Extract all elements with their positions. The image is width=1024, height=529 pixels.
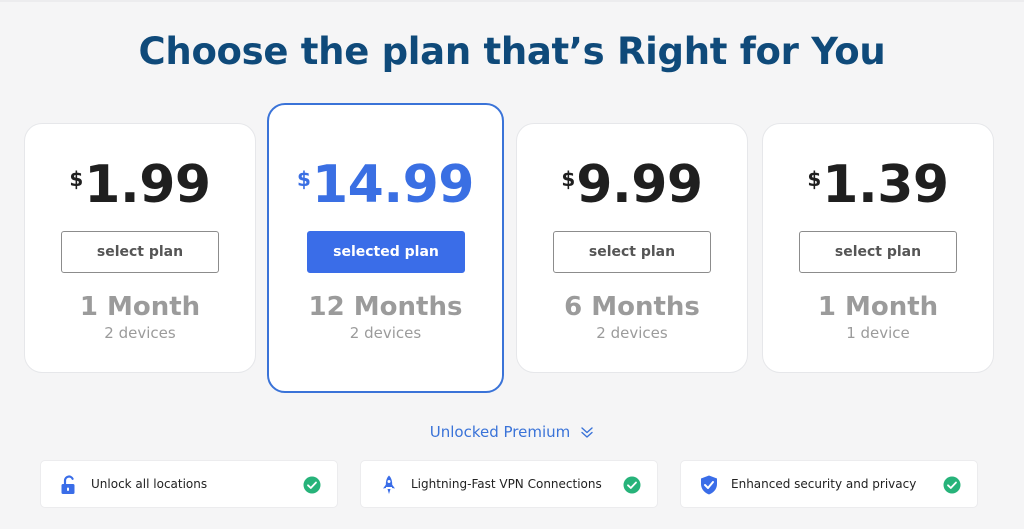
feature-fast-vpn: Lightning-Fast VPN Connections <box>360 460 658 508</box>
top-divider <box>0 0 1024 2</box>
currency-symbol: $ <box>69 167 84 191</box>
feature-security-privacy: Enhanced security and privacy <box>680 460 978 508</box>
selected-plan-button[interactable]: selected plan <box>307 231 465 273</box>
feature-label: Unlock all locations <box>91 477 208 491</box>
select-plan-button[interactable]: select plan <box>799 231 957 273</box>
price-amount: 1.99 <box>84 155 211 215</box>
plan-devices: 2 devices <box>596 324 668 342</box>
page-title: Choose the plan that’s Right for You <box>138 30 886 73</box>
plan-duration: 1 Month <box>817 292 939 322</box>
unlocked-premium-label: Unlocked Premium <box>429 423 571 441</box>
unlock-icon <box>61 475 75 494</box>
plan-price: $ 9.99 <box>517 157 747 213</box>
rocket-icon <box>383 475 395 494</box>
plan-devices: 2 devices <box>349 324 422 342</box>
price-amount: 14.99 <box>311 155 474 215</box>
plan-price: $ 14.99 <box>269 157 502 213</box>
select-plan-button[interactable]: select plan <box>553 231 711 273</box>
plan-duration: 6 Months <box>564 292 700 322</box>
plan-price: $ 1.39 <box>763 157 993 213</box>
plan-card-3[interactable]: $ 9.99 select plan 6 Months 2 devices <box>516 123 748 373</box>
select-plan-button[interactable]: select plan <box>61 231 219 273</box>
check-circle-icon <box>623 476 641 494</box>
feature-label: Enhanced security and privacy <box>731 477 917 491</box>
plan-card-1[interactable]: $ 1.99 select plan 1 Month 2 devices <box>24 123 256 373</box>
price-amount: 1.39 <box>822 155 949 215</box>
feature-label: Lightning-Fast VPN Connections <box>411 477 602 491</box>
feature-unlock-locations: Unlock all locations <box>40 460 338 508</box>
plan-card-2[interactable]: $ 14.99 selected plan 12 Months 2 device… <box>267 103 504 393</box>
currency-symbol: $ <box>297 167 311 191</box>
plan-devices: 2 devices <box>104 324 176 342</box>
plan-price: $ 1.99 <box>25 157 255 213</box>
check-circle-icon <box>943 476 961 494</box>
plan-devices: 1 device <box>846 324 910 342</box>
chevron-double-down-icon <box>581 427 593 438</box>
currency-symbol: $ <box>807 167 822 191</box>
plan-duration: 12 Months <box>308 292 463 322</box>
unlocked-premium-toggle[interactable]: Unlocked Premium <box>0 423 1024 441</box>
plan-duration: 1 Month <box>79 292 201 322</box>
check-circle-icon <box>303 476 321 494</box>
plan-card-4[interactable]: $ 1.39 select plan 1 Month 1 device <box>762 123 994 373</box>
shield-check-icon <box>701 475 717 495</box>
currency-symbol: $ <box>561 167 576 191</box>
price-amount: 9.99 <box>576 155 703 215</box>
